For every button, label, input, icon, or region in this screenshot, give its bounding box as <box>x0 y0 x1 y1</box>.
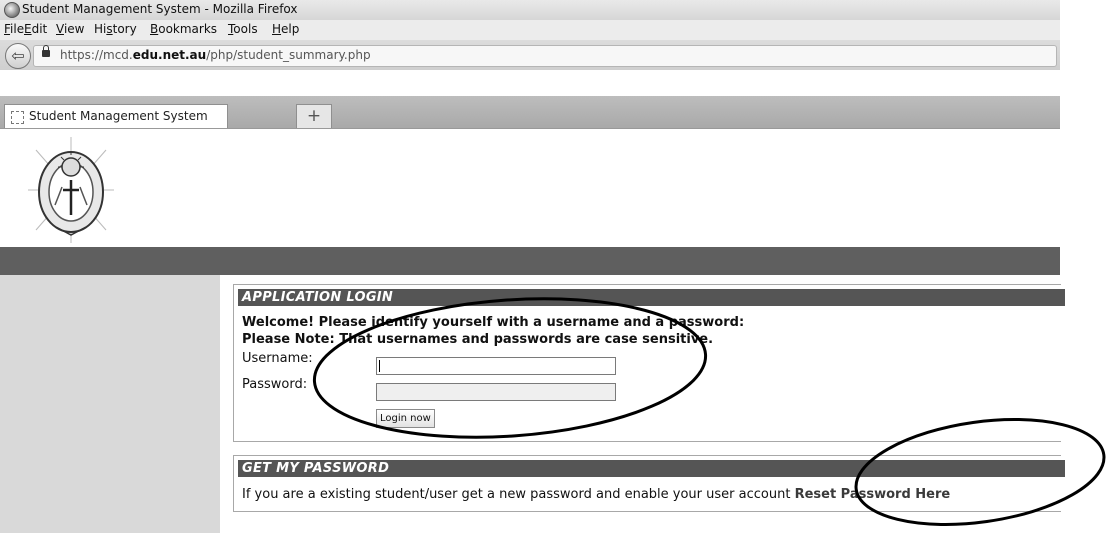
tab-student-management-system[interactable]: Student Management System <box>4 104 228 129</box>
back-arrow-icon: ⇦ <box>11 46 25 65</box>
menu-item-edit[interactable]: Edit <box>24 22 47 36</box>
menu-item-tools[interactable]: Tools <box>228 22 258 36</box>
left-sidebar <box>0 275 220 533</box>
menu-item-history[interactable]: History <box>94 22 137 36</box>
password-field[interactable] <box>376 383 616 401</box>
username-field[interactable] <box>376 357 616 375</box>
page-header-bar <box>0 247 1060 275</box>
new-tab-button[interactable]: + <box>296 104 332 129</box>
case-sensitive-note: Please Note: That usernames and password… <box>242 332 714 347</box>
menu-item-bookmarks[interactable]: Bookmarks <box>150 22 217 36</box>
login-now-button[interactable]: Login now <box>376 409 435 428</box>
back-button[interactable]: ⇦ <box>5 43 31 69</box>
page-favicon <box>11 111 24 124</box>
window-titlebar: Student Management System - Mozilla Fire… <box>0 0 1060 21</box>
tab-title: Student Management System <box>29 109 208 123</box>
school-seal-logo <box>28 137 114 243</box>
navigation-bar: ⇦ https://mcd.edu.net.au/php/student_sum… <box>0 40 1060 70</box>
application-login-panel: APPLICATION LOGIN Welcome! Please identi… <box>233 284 1065 442</box>
menu-item-file[interactable]: File <box>4 22 24 36</box>
text-caret <box>379 360 380 372</box>
firefox-icon <box>4 2 20 18</box>
url-text[interactable]: https://mcd.edu.net.au/php/student_summa… <box>60 48 371 62</box>
reset-password-instructions: If you are a existing student/user get a… <box>242 487 951 502</box>
window-title: Student Management System - Mozilla Fire… <box>22 2 298 16</box>
password-label: Password: <box>242 377 308 392</box>
lock-icon <box>42 45 50 57</box>
welcome-text: Welcome! Please identify yourself with a… <box>242 315 745 330</box>
reset-password-link[interactable]: Reset Password Here <box>795 487 951 502</box>
menu-item-view[interactable]: View <box>56 22 84 36</box>
menu-bar: File Edit View History Bookmarks Tools Help <box>0 20 1060 40</box>
application-login-header: APPLICATION LOGIN <box>238 289 1065 306</box>
get-my-password-panel: GET MY PASSWORD If you are a existing st… <box>233 455 1065 512</box>
tab-divider <box>0 128 1060 129</box>
get-my-password-header: GET MY PASSWORD <box>238 460 1065 477</box>
plus-icon: + <box>306 106 322 126</box>
username-label: Username: <box>242 351 313 366</box>
menu-item-help[interactable]: Help <box>272 22 299 36</box>
